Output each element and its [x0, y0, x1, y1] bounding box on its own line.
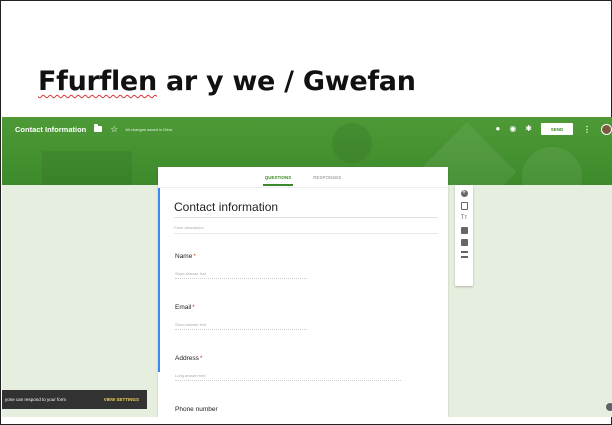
question-address[interactable]: Address* Long answer text — [175, 355, 401, 381]
title-text-icon[interactable]: Tт — [461, 215, 468, 222]
tab-bar: QUESTIONS RESPONSES — [158, 167, 448, 188]
question-email[interactable]: Email* Short answer text — [175, 304, 307, 330]
required-marker: * — [193, 253, 196, 260]
folder-icon[interactable] — [94, 124, 103, 132]
right-toolbar: ● ◉ ✱ SEND ⋮ — [495, 117, 612, 141]
import-icon[interactable] — [460, 202, 468, 210]
top-bar: Contact Information ☆ All changes saved … — [2, 117, 612, 141]
snackbar: yone can respond to your form VIEW SETTI… — [2, 390, 147, 409]
video-icon[interactable] — [460, 239, 468, 246]
help-icon[interactable] — [606, 403, 612, 411]
header-decoration — [522, 147, 582, 185]
tab-questions[interactable]: QUESTIONS — [262, 169, 294, 186]
question-phone[interactable]: Phone number — [175, 406, 307, 413]
tab-responses[interactable]: RESPONSES — [311, 169, 343, 186]
palette-icon[interactable]: ● — [495, 125, 500, 133]
question-label: Phone number — [175, 406, 218, 413]
section-icon[interactable] — [460, 251, 468, 258]
add-icon[interactable]: + — [460, 190, 468, 197]
save-status: All changes saved in Drive — [125, 126, 173, 132]
required-marker: * — [192, 304, 195, 311]
slide-title-rest: ar y we / Gwefan — [156, 66, 416, 97]
form-title[interactable]: Contact Information — [15, 125, 86, 134]
form-header-section: Contact information Form description — [158, 188, 448, 372]
question-label: Name* — [175, 253, 196, 260]
required-marker: * — [199, 355, 203, 362]
forms-screenshot: Contact Information ☆ All changes saved … — [2, 117, 612, 417]
image-icon[interactable] — [460, 227, 468, 234]
question-label: Email* — [175, 304, 195, 311]
more-vert-icon[interactable]: ⋮ — [583, 125, 591, 134]
send-button[interactable]: SEND — [541, 123, 573, 135]
question-label: Address* — [175, 355, 203, 362]
snackbar-message: yone can respond to your form — [5, 397, 67, 402]
question-hint: Short answer text — [175, 271, 307, 279]
gear-icon[interactable]: ✱ — [525, 125, 532, 133]
slide-title-word-ffurflen: Ffurflen — [38, 66, 157, 97]
view-settings-button[interactable]: VIEW SETTINGS — [104, 397, 139, 402]
star-icon[interactable]: ☆ — [110, 124, 118, 134]
eye-icon[interactable]: ◉ — [509, 125, 516, 133]
question-hint: Long answer text — [175, 373, 401, 381]
form-card: QUESTIONS RESPONSES Contact information … — [158, 167, 448, 417]
form-description-input[interactable]: Form description — [174, 225, 438, 234]
slide-title: Ffurflen ar y we / Gwefan — [38, 66, 416, 97]
header-decoration — [42, 151, 132, 185]
question-name[interactable]: Name* Short answer text — [175, 253, 307, 279]
form-title-input[interactable]: Contact information — [174, 200, 438, 218]
question-hint: Short answer text — [175, 322, 307, 330]
avatar[interactable] — [601, 123, 612, 135]
side-toolbar: + Tт — [455, 185, 473, 286]
